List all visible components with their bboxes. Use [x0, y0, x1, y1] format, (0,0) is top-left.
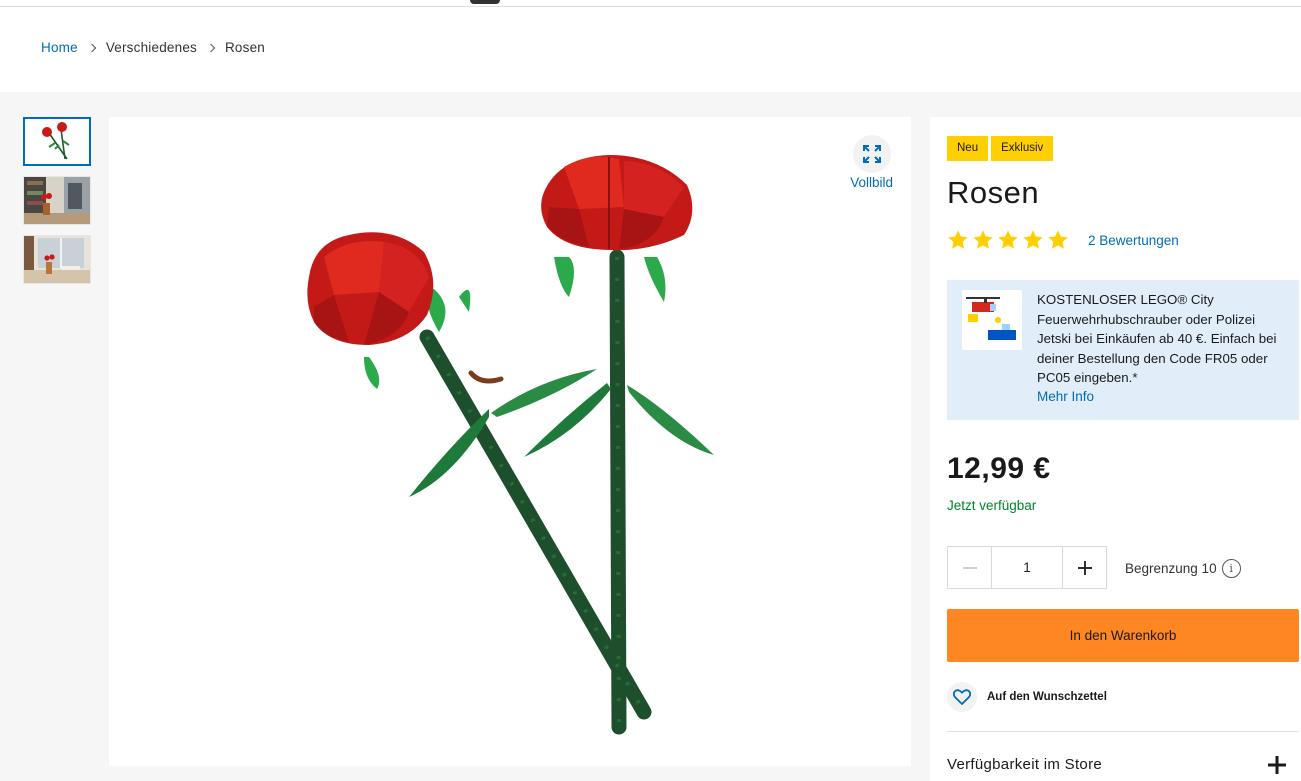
header-icon-fragment	[470, 0, 500, 4]
fullscreen-label: Vollbild	[850, 175, 893, 190]
star-icon	[973, 230, 993, 249]
quantity-input[interactable]	[992, 547, 1062, 588]
thumbnail-roses[interactable]	[23, 117, 91, 166]
badge-new: Neu	[947, 136, 989, 161]
quantity-increase-button[interactable]	[1062, 547, 1106, 588]
wishlist-label: Auf den Wunschzettel	[987, 691, 1107, 703]
star-rating	[947, 229, 1069, 251]
product-rating: 2 Bewertungen	[947, 229, 1179, 251]
badge-exclusive: Exklusiv	[991, 136, 1054, 161]
promo-text: KOSTENLOSER LEGO® City Feuerwehrhubschra…	[1037, 292, 1277, 385]
product-details-panel: Neu Exklusiv Rosen 2 Bewertungen KOSTENL…	[930, 117, 1301, 781]
star-icon	[1023, 230, 1043, 249]
main-product-image[interactable]: Vollbild	[109, 117, 911, 766]
star-icon	[998, 230, 1018, 249]
heart-icon	[947, 682, 977, 712]
breadcrumb-category-link[interactable]: Verschiedenes	[106, 40, 197, 55]
thumbnail-room-vase[interactable]	[23, 176, 91, 225]
quantity-stepper	[947, 546, 1107, 589]
star-icon	[948, 230, 968, 249]
breadcrumb-home-link[interactable]: Home	[41, 40, 78, 55]
promo-banner: KOSTENLOSER LEGO® City Feuerwehrhubschra…	[947, 280, 1299, 420]
fullscreen-button[interactable]: Vollbild	[850, 135, 893, 190]
roses-product-illustration	[307, 155, 714, 735]
expand-plus-icon[interactable]	[1265, 753, 1289, 777]
badge-group: Neu Exklusiv	[947, 136, 1054, 161]
star-icon	[1048, 230, 1068, 249]
top-navigation-bar	[0, 0, 1301, 7]
promo-gift-image	[962, 290, 1022, 350]
thumbnail-list	[23, 117, 91, 294]
promo-more-info-link[interactable]: Mehr Info	[1037, 389, 1094, 404]
thumbnail-window-vase[interactable]	[23, 235, 91, 284]
reviews-link[interactable]: 2 Bewertungen	[1088, 233, 1179, 248]
breadcrumb-current: Rosen	[224, 40, 266, 55]
minus-icon	[962, 566, 977, 569]
wishlist-button[interactable]: Auf den Wunschzettel	[947, 682, 1107, 712]
quantity-limit-label: Begrenzung 10	[1125, 561, 1217, 576]
plus-icon	[1077, 560, 1092, 575]
chevron-right-icon	[87, 43, 97, 52]
add-to-cart-button[interactable]: In den Warenkorb	[947, 609, 1299, 662]
store-availability-label: Verfügbarkeit im Store	[947, 756, 1103, 773]
product-title: Rosen	[947, 175, 1040, 210]
product-price: 12,99 €	[947, 452, 1051, 485]
availability-status: Jetzt verfügbar	[947, 498, 1037, 513]
chevron-right-icon	[206, 43, 216, 52]
info-icon[interactable]: i	[1221, 559, 1241, 578]
expand-icon	[852, 135, 891, 173]
quantity-decrease-button[interactable]	[948, 547, 992, 588]
breadcrumb: Home Verschiedenes Rosen	[41, 40, 265, 55]
section-divider	[947, 731, 1299, 732]
quantity-limit: Begrenzung 10 i	[1125, 559, 1241, 578]
